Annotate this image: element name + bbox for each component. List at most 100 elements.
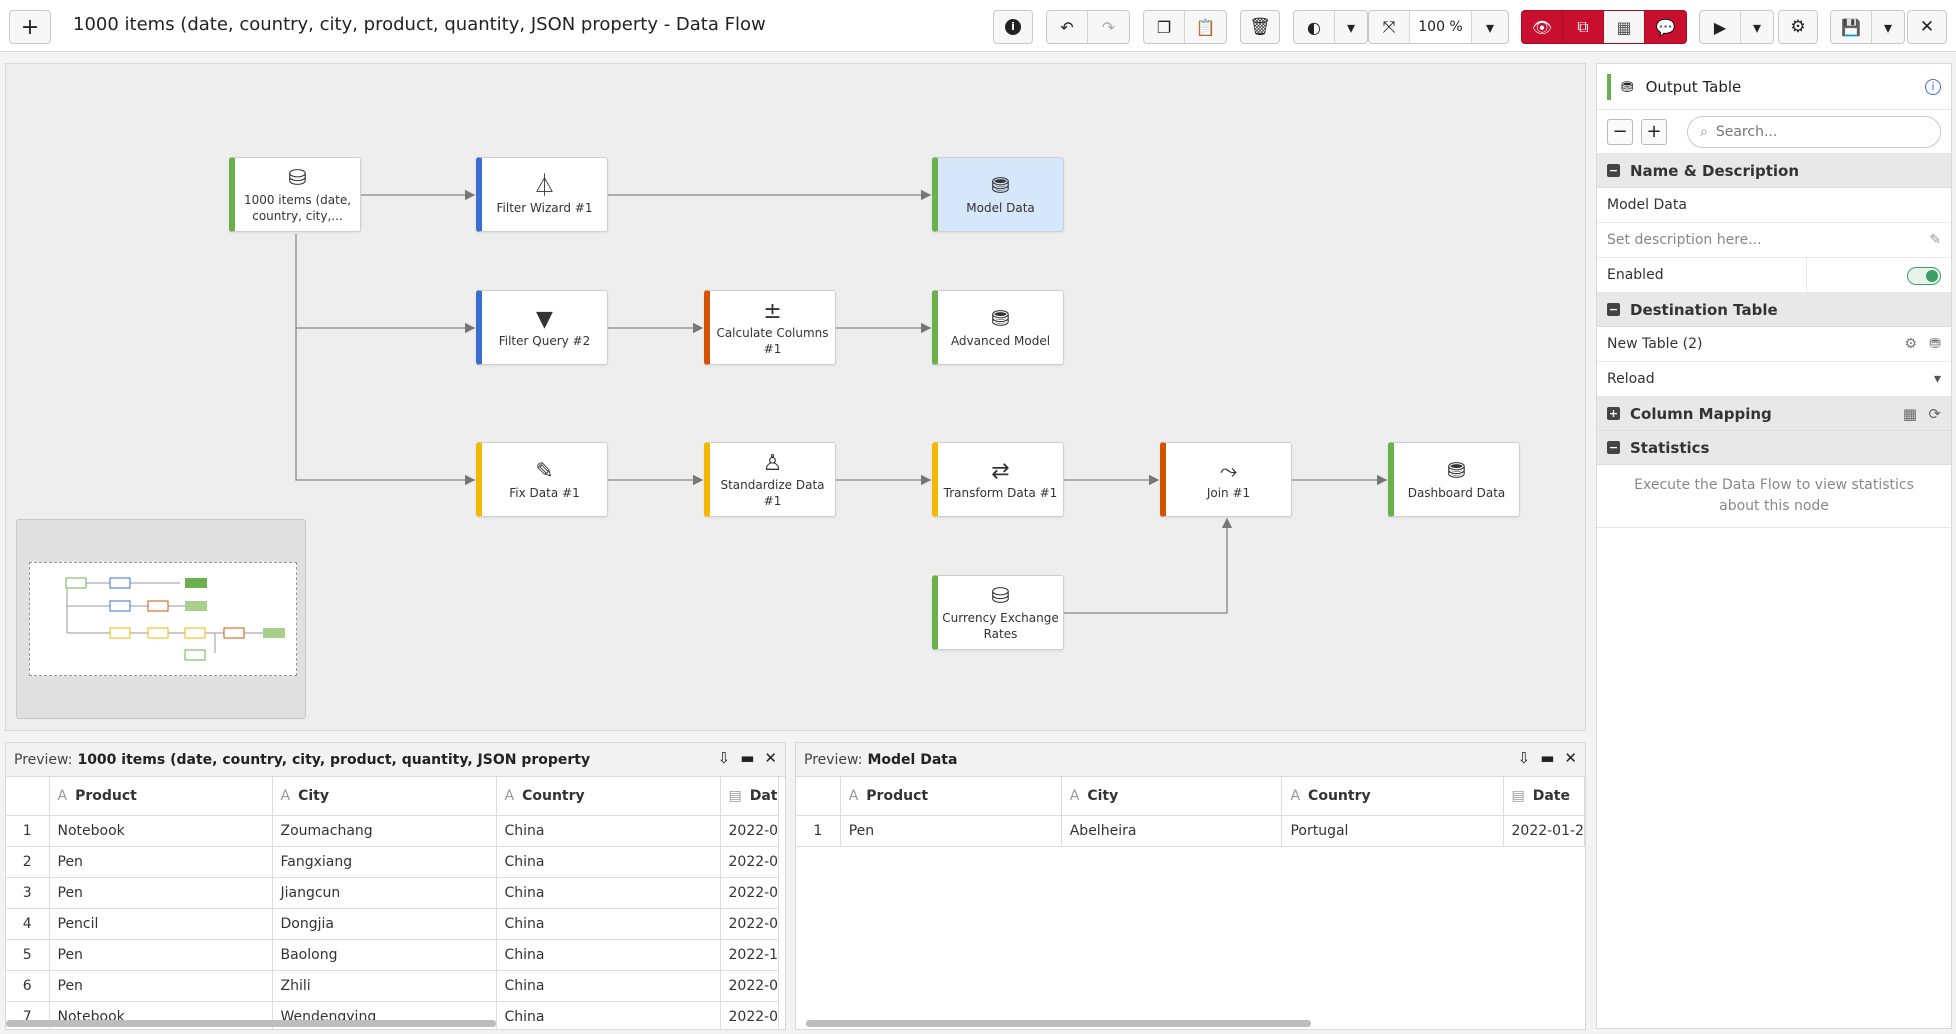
node-filter-wizard[interactable]: ⏃ Filter Wizard #1 — [476, 157, 608, 232]
table-row[interactable]: 2 Pen Fangxiang China 2022-0 — [6, 846, 780, 878]
run-button[interactable]: ▶ — [1700, 11, 1741, 43]
node-fix-data[interactable]: ✎ Fix Data #1 — [476, 442, 608, 517]
delete-button[interactable]: 🗑 — [1240, 10, 1280, 44]
node-transform-data[interactable]: ⇄ Transform Data #1 — [932, 442, 1064, 517]
settings-button[interactable]: ⚙ — [1778, 10, 1818, 44]
node-model-data[interactable]: ⛃ Model Data — [932, 157, 1064, 232]
panel-title: Output Table — [1645, 77, 1742, 96]
close-icon[interactable]: ✕ — [1564, 749, 1577, 767]
table-cell: Notebook — [49, 815, 273, 847]
info-icon: i — [1005, 19, 1021, 35]
export-icon[interactable]: ⇩ — [718, 749, 731, 767]
transform-icon: ⇄ — [991, 458, 1010, 484]
paste-button[interactable]: 📋 — [1185, 11, 1226, 43]
maximize-icon[interactable]: ▬ — [1540, 749, 1554, 767]
node-advanced-model[interactable]: ⛃ Advanced Model — [932, 290, 1064, 365]
node-join[interactable]: ⤳ Join #1 — [1160, 442, 1292, 517]
node-standardize-data[interactable]: ♙ Standardize Data #1 — [704, 442, 836, 517]
export-icon[interactable]: ⇩ — [1518, 749, 1531, 767]
grid-button[interactable]: ▦ — [1604, 11, 1645, 43]
toggle-view-button[interactable]: ◐ — [1294, 11, 1335, 43]
row-number: 1 — [796, 815, 841, 847]
collapse-all-button[interactable]: − — [1607, 118, 1633, 145]
column-header[interactable]: A City — [272, 777, 497, 816]
enabled-label: Enabled — [1607, 257, 1807, 293]
node-source[interactable]: ⛁ 1000 items (date, country, city,... — [229, 157, 361, 232]
info-icon[interactable]: i — [1925, 78, 1941, 95]
column-header[interactable]: ▤ Dat — [720, 777, 780, 816]
table-row[interactable]: 1 Notebook Zoumachang China 2022-0 — [6, 815, 780, 847]
section-destination-table[interactable]: − Destination Table — [1597, 293, 1951, 327]
section-name-description[interactable]: − Name & Description — [1597, 154, 1951, 188]
horizontal-scrollbar[interactable] — [806, 1020, 1311, 1027]
column-header[interactable]: A Country — [496, 777, 721, 816]
node-dashboard-data[interactable]: ⛃ Dashboard Data — [1388, 442, 1520, 517]
table-row[interactable]: 6 Pen Zhili China 2022-0 — [6, 970, 780, 1002]
gear-icon[interactable]: ⚙ — [1904, 336, 1917, 352]
table-row[interactable]: 3 Pen Jiangcun China 2022-0 — [6, 877, 780, 909]
preview-toggle-button[interactable]: 👁 — [1522, 11, 1563, 43]
column-name: City — [298, 787, 329, 804]
expand-all-button[interactable]: + — [1641, 118, 1667, 145]
node-label: 1000 items (date, country, city,... — [243, 192, 352, 223]
table-row[interactable]: 1 Pen Abelheira Portugal 2022-01-2 — [796, 815, 1585, 847]
fit-icon: ⤧ — [1382, 17, 1396, 36]
comment-button[interactable]: 💬 — [1645, 11, 1686, 43]
maximize-icon[interactable]: ▬ — [740, 749, 754, 767]
view-dropdown-button[interactable]: ▾ — [1335, 11, 1367, 43]
windows-button[interactable]: ⧉ — [1563, 11, 1604, 43]
run-dropdown-button[interactable]: ▾ — [1741, 11, 1773, 43]
preview-title: 1000 items (date, country, city, product… — [77, 751, 591, 768]
refresh-icon[interactable]: ⟳ — [1928, 405, 1941, 423]
add-button[interactable]: + — [9, 10, 51, 44]
column-header[interactable]: A Country — [1281, 777, 1504, 816]
table-cell: 2022-01-2 — [1503, 815, 1585, 847]
fit-button[interactable]: ⤧ — [1369, 11, 1410, 43]
save-button[interactable]: 💾 — [1831, 11, 1872, 43]
filter-icon: ▼ — [536, 306, 553, 332]
column-header[interactable]: ▤ Date — [1503, 777, 1585, 816]
column-header[interactable]: A Product — [840, 777, 1062, 816]
copy-button[interactable]: ❐ — [1144, 11, 1185, 43]
undo-button[interactable]: ↶ — [1047, 11, 1088, 43]
minimap-viewport[interactable] — [29, 562, 297, 676]
node-filter-query[interactable]: ▼ Filter Query #2 — [476, 290, 608, 365]
node-currency-exchange-rates[interactable]: ⛁ Currency Exchange Rates — [932, 575, 1064, 650]
node-label: Dashboard Data — [1407, 485, 1506, 500]
save-dropdown-button[interactable]: ▾ — [1872, 11, 1904, 43]
section-column-mapping[interactable]: + Column Mapping ▦ ⟳ — [1597, 397, 1951, 431]
close-icon[interactable]: ✕ — [764, 749, 777, 767]
column-header[interactable]: A City — [1061, 777, 1283, 816]
section-statistics[interactable]: − Statistics — [1597, 431, 1951, 465]
minimap[interactable] — [16, 519, 306, 719]
zoom-dropdown-button[interactable]: ▾ — [1472, 11, 1508, 43]
info-button[interactable]: i — [993, 10, 1033, 44]
table-row[interactable]: 5 Pen Baolong China 2022-1 — [6, 939, 780, 971]
close-button[interactable]: ✕ — [1907, 10, 1947, 44]
flow-canvas[interactable]: ⛁ 1000 items (date, country, city,... ⏃ … — [5, 63, 1586, 731]
table-cell: 2022-0 — [720, 970, 780, 1002]
redo-button[interactable]: ↷ — [1088, 11, 1129, 43]
reload-select[interactable]: Reload ▾ — [1597, 362, 1951, 397]
table-row[interactable]: 4 Pencil Dongjia China 2022-0 — [6, 908, 780, 940]
collapse-icon: − — [1607, 303, 1620, 316]
zoom-level[interactable]: 100 % — [1410, 11, 1472, 43]
description-field[interactable]: Set description here... ✎ — [1597, 223, 1951, 258]
caret-down-icon: ▾ — [1752, 17, 1762, 37]
destination-table-field[interactable]: New Table (2) ⚙ ⛃ — [1597, 327, 1951, 362]
caret-down-icon: ▾ — [1485, 17, 1495, 37]
calendar-icon: ▤ — [728, 787, 742, 804]
row-number: 2 — [6, 846, 50, 878]
table-cell: Pen — [840, 815, 1062, 847]
enabled-toggle[interactable] — [1907, 267, 1941, 285]
mapping-grid-icon[interactable]: ▦ — [1903, 405, 1917, 423]
database-icon[interactable]: ⛃ — [1929, 336, 1941, 352]
column-header[interactable]: A Product — [49, 777, 273, 816]
node-calculate-columns[interactable]: ± Calculate Columns #1 — [704, 290, 836, 365]
horizontal-scrollbar[interactable] — [6, 1020, 496, 1027]
name-field[interactable]: Model Data — [1597, 188, 1951, 223]
windows-icon: ⧉ — [1577, 17, 1589, 36]
column-name: Dat — [749, 787, 778, 804]
comment-icon: 💬 — [1655, 17, 1676, 37]
search-input[interactable]: ⌕ Search... — [1687, 115, 1941, 148]
